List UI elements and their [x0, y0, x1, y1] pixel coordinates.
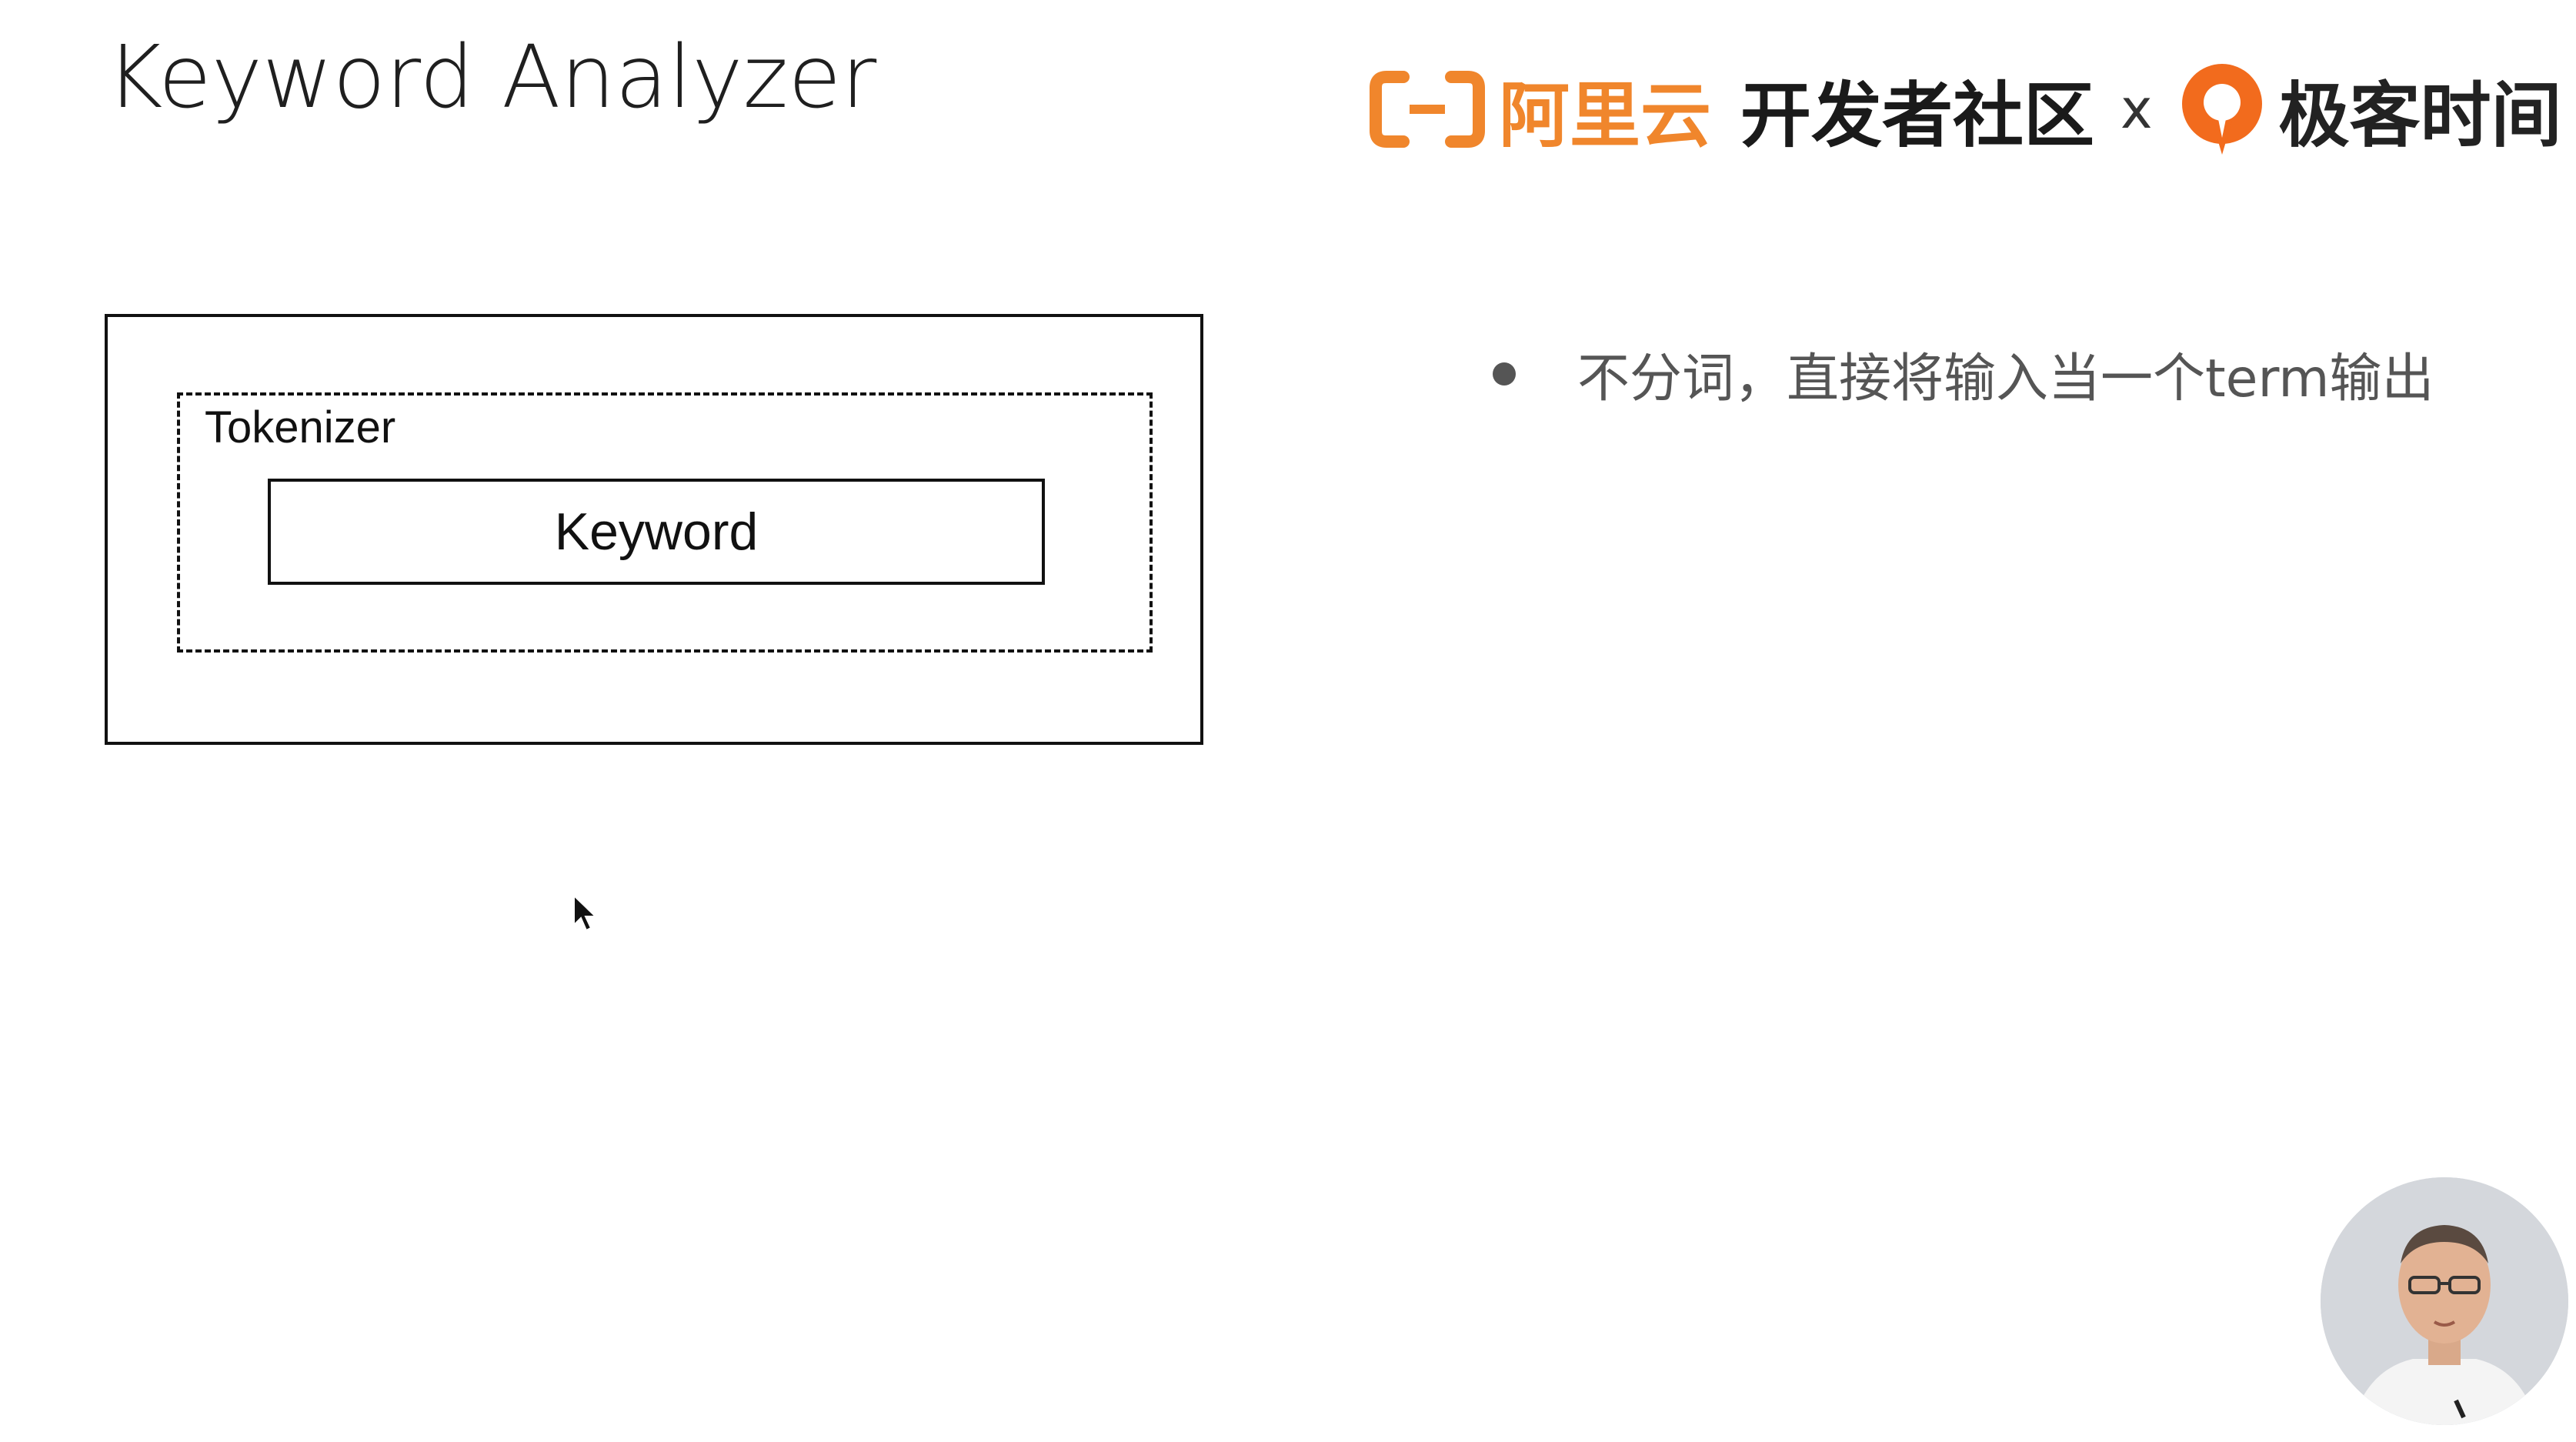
presenter-video-avatar: [2321, 1177, 2568, 1425]
keyword-tokenizer-box: Keyword: [268, 479, 1045, 585]
geektime-brand-name: 极客时间: [2278, 74, 2562, 157]
bullet-item: 不分词，直接将输入当一个term输出: [1493, 335, 2434, 412]
community-brand-name: 开发者社区: [1740, 74, 2095, 157]
presenter-figure: [2321, 1177, 2568, 1425]
geektime-logo-icon: [2182, 64, 2263, 155]
tokenizer-label: Tokenizer: [205, 402, 396, 452]
brand-header: 阿里云 开发者社区 x 极客时间: [1370, 55, 2561, 163]
bullet-text: 不分词，直接将输入当一个term输出: [1577, 349, 2434, 409]
bullet-dot-icon: [1493, 362, 1516, 386]
slide: Keyword Analyzer 阿里云 开发者社区 x 极客时间 Tokeni…: [0, 0, 2576, 1442]
keyword-label: Keyword: [554, 502, 759, 561]
slide-title: Keyword Analyzer: [106, 28, 877, 128]
mouse-pointer-icon: [573, 894, 598, 932]
aliyun-bracket-logo-icon: [1370, 71, 1485, 148]
aliyun-brand-name: 阿里云: [1499, 74, 1712, 157]
brand-separator: x: [2121, 78, 2153, 141]
